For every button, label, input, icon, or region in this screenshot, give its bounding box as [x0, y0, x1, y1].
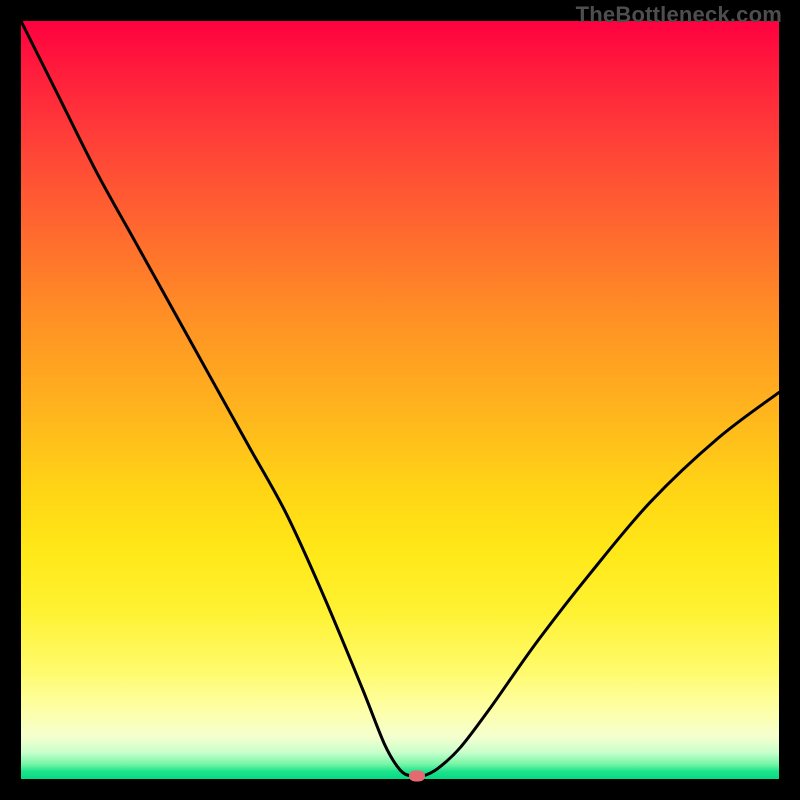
chart-frame: TheBottleneck.com	[0, 0, 800, 800]
plot-area	[21, 21, 779, 779]
watermark-text: TheBottleneck.com	[576, 2, 782, 28]
bottleneck-curve-path	[21, 21, 779, 777]
curve-svg	[21, 21, 779, 779]
optimum-marker	[409, 770, 425, 781]
